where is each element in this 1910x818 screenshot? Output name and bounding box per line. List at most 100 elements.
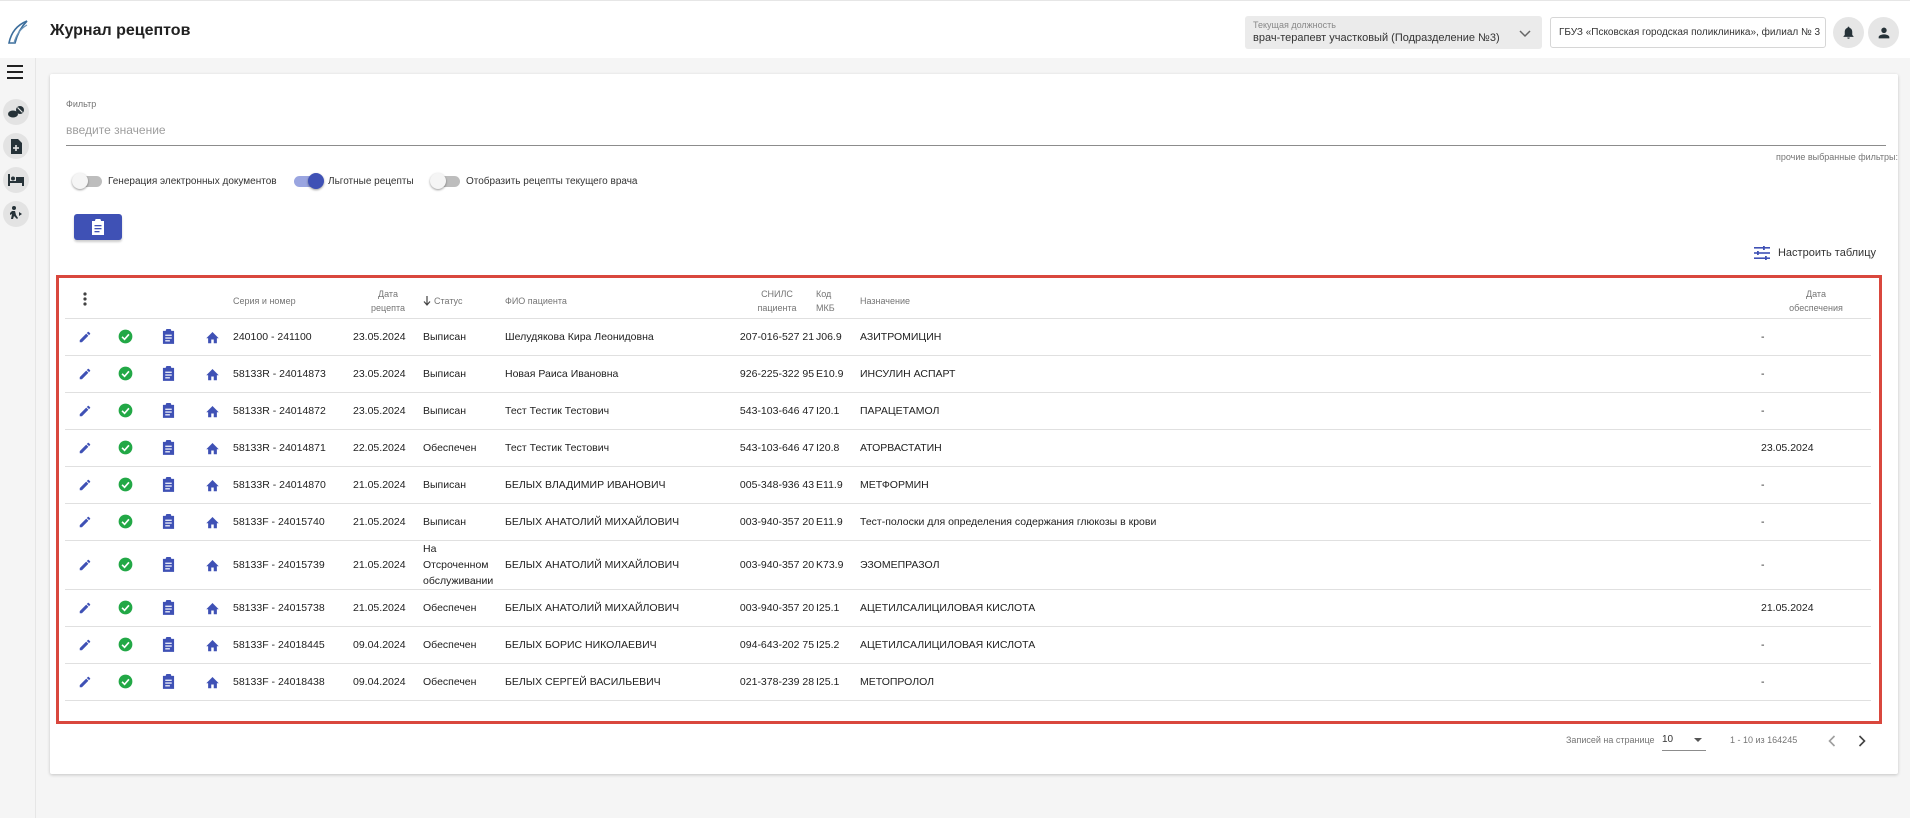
create-recipe-button[interactable] bbox=[74, 214, 122, 240]
status-indicator[interactable] bbox=[105, 589, 145, 627]
status-indicator[interactable] bbox=[105, 626, 145, 664]
toggle-label: Отобразить рецепты текущего врача bbox=[466, 175, 638, 187]
cell-status-text: Обеспечен bbox=[423, 441, 477, 454]
column-assignment[interactable]: Назначение bbox=[860, 284, 1761, 319]
document-button[interactable] bbox=[145, 355, 191, 393]
column-patient[interactable]: ФИО пациента bbox=[505, 284, 738, 319]
table-row[interactable]: 58133F - 24015740 21.05.2024 Выписан БЕЛЫХ … bbox=[65, 503, 1871, 541]
table-row[interactable]: 58133R - 24014873 23.05.2024 Выписан Новая … bbox=[65, 355, 1871, 393]
home-button[interactable] bbox=[191, 503, 233, 541]
home-icon bbox=[205, 368, 219, 380]
table-row[interactable]: 58133F - 24018438 09.04.2024 Обеспечен БЕЛЫ… bbox=[65, 663, 1871, 701]
column-snils[interactable]: СНИЛС пациента bbox=[738, 284, 816, 319]
per-page-label: Записей на странице bbox=[1566, 735, 1655, 745]
filter-input[interactable] bbox=[66, 114, 1886, 146]
edit-button[interactable] bbox=[65, 663, 105, 701]
edit-button[interactable] bbox=[65, 540, 105, 590]
sidebar-item-documents[interactable] bbox=[3, 133, 29, 159]
profile-button[interactable] bbox=[1868, 17, 1899, 48]
sidebar-item-visits[interactable] bbox=[3, 201, 29, 227]
table-row[interactable]: 58133F - 24015739 21.05.2024 На Отсроченно… bbox=[65, 540, 1871, 590]
cell-snils: 003-940-357 20 bbox=[738, 540, 816, 590]
cell-series: 58133F - 24015739 bbox=[233, 540, 353, 590]
position-select[interactable]: Текущая должность врач-терапевт участков… bbox=[1245, 16, 1542, 49]
edit-button[interactable] bbox=[65, 626, 105, 664]
cell-status-text: Выписан bbox=[423, 330, 466, 343]
configure-table-button[interactable]: Настроить таблицу bbox=[1753, 246, 1876, 260]
home-button[interactable] bbox=[191, 589, 233, 627]
table-row[interactable]: 58133F - 24015738 21.05.2024 Обеспечен БЕЛЫ… bbox=[65, 589, 1871, 627]
toggle-generate-documents[interactable]: Генерация электронных документов bbox=[72, 172, 277, 189]
next-page-button[interactable] bbox=[1852, 731, 1872, 751]
organization-select[interactable]: ГБУЗ «Псковская городская поликлиника», … bbox=[1550, 17, 1826, 48]
home-button[interactable] bbox=[191, 318, 233, 356]
sort-arrow-down-icon[interactable] bbox=[423, 296, 431, 307]
toggle-preferential-recipes[interactable]: Льготные рецепты bbox=[294, 172, 414, 189]
per-page-select[interactable]: 10 bbox=[1662, 731, 1706, 751]
home-button[interactable] bbox=[191, 540, 233, 590]
pencil-icon bbox=[79, 405, 91, 416]
edit-button[interactable] bbox=[65, 318, 105, 356]
status-indicator[interactable] bbox=[105, 429, 145, 467]
toggle-track[interactable] bbox=[294, 172, 324, 189]
cell-status: На Отсроченном обслуживании bbox=[423, 540, 505, 590]
status-indicator[interactable] bbox=[105, 355, 145, 393]
toggle-current-doctor[interactable]: Отобразить рецепты текущего врача bbox=[430, 172, 638, 189]
column-menu[interactable] bbox=[65, 284, 105, 319]
cell-status: Обеспечен bbox=[423, 429, 505, 467]
document-button[interactable] bbox=[145, 392, 191, 430]
table-row[interactable]: 58133R - 24014870 21.05.2024 Выписан БЕЛЫХ … bbox=[65, 466, 1871, 504]
column-status[interactable]: Статус bbox=[423, 284, 505, 319]
page-range: 1 - 10 из 164245 bbox=[1730, 735, 1798, 745]
edit-button[interactable] bbox=[65, 503, 105, 541]
cell-mkb: I25.2 bbox=[816, 626, 860, 664]
edit-button[interactable] bbox=[65, 355, 105, 393]
home-button[interactable] bbox=[191, 392, 233, 430]
edit-button[interactable] bbox=[65, 589, 105, 627]
home-icon bbox=[205, 479, 219, 491]
document-button[interactable] bbox=[145, 626, 191, 664]
column-series[interactable]: Серия и номер bbox=[233, 284, 353, 319]
cell-assignment: МЕТФОРМИН bbox=[860, 466, 1761, 504]
document-button[interactable] bbox=[145, 318, 191, 356]
document-button[interactable] bbox=[145, 503, 191, 541]
home-button[interactable] bbox=[191, 355, 233, 393]
home-button[interactable] bbox=[191, 429, 233, 467]
document-button[interactable] bbox=[145, 589, 191, 627]
table-row[interactable]: 58133R - 24014871 22.05.2024 Обеспечен Тест… bbox=[65, 429, 1871, 467]
home-button[interactable] bbox=[191, 663, 233, 701]
document-button[interactable] bbox=[145, 429, 191, 467]
column-mkb[interactable]: Код МКБ bbox=[816, 284, 860, 319]
status-indicator[interactable] bbox=[105, 466, 145, 504]
status-indicator[interactable] bbox=[105, 392, 145, 430]
home-button[interactable] bbox=[191, 626, 233, 664]
clipboard-icon bbox=[162, 403, 174, 418]
column-supply-date[interactable]: Дата обеспечения bbox=[1761, 284, 1871, 319]
more-vertical-icon[interactable] bbox=[83, 292, 87, 306]
status-indicator[interactable] bbox=[105, 663, 145, 701]
table-row[interactable]: 240100 - 241100 23.05.2024 Выписан Шелудяко… bbox=[65, 318, 1871, 356]
edit-button[interactable] bbox=[65, 466, 105, 504]
table-row[interactable]: 58133F - 24018445 09.04.2024 Обеспечен БЕЛЫ… bbox=[65, 626, 1871, 664]
app-logo-icon[interactable] bbox=[5, 19, 31, 45]
column-date-label: Дата рецепта bbox=[371, 288, 405, 313]
document-button[interactable] bbox=[145, 663, 191, 701]
edit-button[interactable] bbox=[65, 392, 105, 430]
sidebar-item-prescriptions[interactable] bbox=[3, 99, 29, 125]
table-row[interactable]: 58133R - 24014872 23.05.2024 Выписан Тест Т… bbox=[65, 392, 1871, 430]
sidebar-item-hospital[interactable] bbox=[3, 167, 29, 193]
home-button[interactable] bbox=[191, 466, 233, 504]
document-button[interactable] bbox=[145, 540, 191, 590]
menu-icon[interactable] bbox=[7, 65, 23, 79]
status-indicator[interactable] bbox=[105, 503, 145, 541]
status-indicator[interactable] bbox=[105, 318, 145, 356]
notifications-button[interactable] bbox=[1833, 17, 1864, 48]
home-icon bbox=[205, 676, 219, 688]
edit-button[interactable] bbox=[65, 429, 105, 467]
column-date[interactable]: Дата рецепта bbox=[353, 284, 423, 319]
status-indicator[interactable] bbox=[105, 540, 145, 590]
document-button[interactable] bbox=[145, 466, 191, 504]
toggle-track[interactable] bbox=[72, 172, 102, 189]
previous-page-button[interactable] bbox=[1822, 731, 1842, 751]
toggle-track[interactable] bbox=[430, 172, 460, 189]
